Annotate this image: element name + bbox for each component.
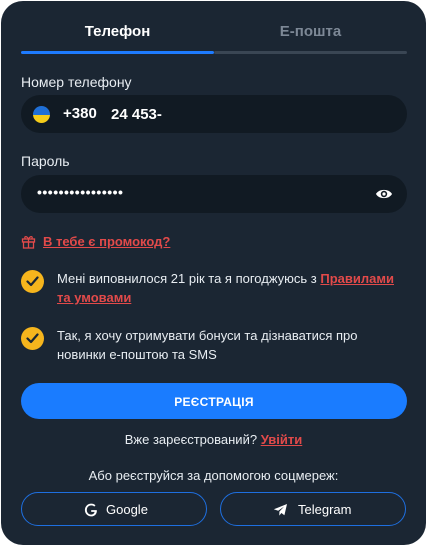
telegram-label: Telegram <box>298 502 352 517</box>
google-button[interactable]: Google <box>21 492 207 526</box>
check-icon <box>26 276 39 287</box>
social-prompt: Або реєструйся за допомогою соцмереж: <box>88 468 339 483</box>
phone-label: Номер телефону <box>21 74 132 90</box>
bonus-text: Так, я хочу отримувати бонуси та дізнава… <box>57 328 358 362</box>
register-button[interactable]: РЕЄСТРАЦІЯ <box>21 383 407 419</box>
gift-icon <box>21 236 36 249</box>
promo-label[interactable]: В тебе є промокод? <box>43 234 170 249</box>
registration-panel: Телефон E-пошта Номер телефону +380 Паро… <box>1 1 426 545</box>
password-label: Пароль <box>21 153 70 169</box>
google-icon <box>84 503 97 517</box>
check-icon <box>26 333 39 344</box>
password-field[interactable]: •••••••••••••••• <box>21 175 407 213</box>
age-terms-text: Мені виповнилося 21 рік та я погоджуюсь … <box>57 271 394 305</box>
phone-field[interactable]: +380 <box>21 95 407 133</box>
telegram-icon <box>273 504 287 516</box>
eye-icon[interactable] <box>375 186 393 202</box>
login-link[interactable]: Увійти <box>261 432 303 447</box>
google-label: Google <box>106 502 148 517</box>
tab-phone[interactable]: Телефон <box>21 15 214 49</box>
ukraine-flag-icon[interactable] <box>33 106 50 123</box>
country-code: +380 <box>63 105 97 122</box>
auth-tabs: Телефон E-пошта <box>21 15 407 55</box>
tab-phone-indicator <box>21 51 214 54</box>
tab-email-indicator <box>214 51 407 54</box>
tab-email[interactable]: E-пошта <box>214 15 407 49</box>
login-prompt: Вже зареєстрований? Увійти <box>124 432 303 447</box>
age-terms-checkbox[interactable] <box>21 270 44 293</box>
bonus-checkbox[interactable] <box>21 327 44 350</box>
password-input[interactable]: •••••••••••••••• <box>37 184 123 200</box>
phone-input[interactable] <box>111 104 381 124</box>
telegram-button[interactable]: Telegram <box>220 492 406 526</box>
